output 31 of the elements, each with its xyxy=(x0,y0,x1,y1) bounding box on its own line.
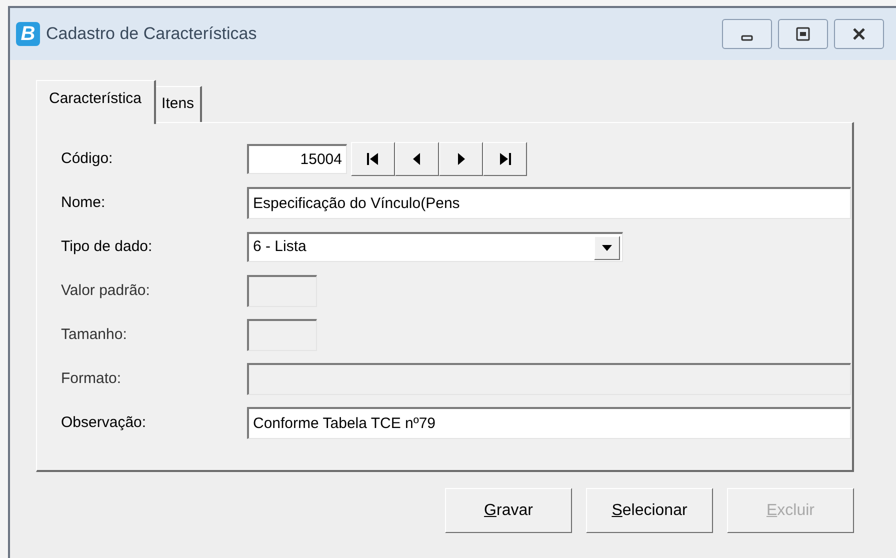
navigation-button[interactable] xyxy=(395,142,439,176)
field-label: Observação: xyxy=(61,412,148,433)
action-button[interactable]: Gravar xyxy=(445,488,572,533)
minimize-button[interactable] xyxy=(722,19,772,49)
field-label: Valor padrão: xyxy=(61,280,151,301)
field-label: Formato: xyxy=(61,368,122,389)
caret-icon xyxy=(602,244,612,250)
maximize-button[interactable] xyxy=(778,19,828,49)
first-icon xyxy=(365,151,381,167)
close-button[interactable] xyxy=(834,19,884,49)
data-type-dropdown[interactable]: 6 - Lista xyxy=(247,232,623,262)
last-icon xyxy=(497,151,513,167)
field-label: Nome: xyxy=(61,192,106,213)
window-title: Cadastro de Características xyxy=(46,23,257,46)
navigation-button[interactable] xyxy=(351,142,395,176)
tab[interactable]: Característica xyxy=(36,80,156,124)
field-label: Código: xyxy=(61,148,114,169)
action-button[interactable]: Selecionar xyxy=(586,488,713,533)
field-label: Tipo de dado: xyxy=(61,236,154,257)
field-label: Tamanho: xyxy=(61,324,128,345)
app-logo: B xyxy=(16,22,40,46)
dropdown-button[interactable] xyxy=(594,236,620,260)
close-icon xyxy=(851,27,867,41)
minimize-icon xyxy=(741,35,753,41)
text-field[interactable]: Especificação do Vínculo(Pens xyxy=(247,187,851,219)
maximize-icon xyxy=(795,27,811,41)
code-field[interactable]: 15004 xyxy=(247,144,347,174)
navigation-button[interactable] xyxy=(439,142,483,176)
tab[interactable]: Itens xyxy=(156,86,202,122)
navigation-button[interactable] xyxy=(483,142,527,176)
text-field[interactable]: Conforme Tabela TCE nº79 xyxy=(247,407,851,439)
